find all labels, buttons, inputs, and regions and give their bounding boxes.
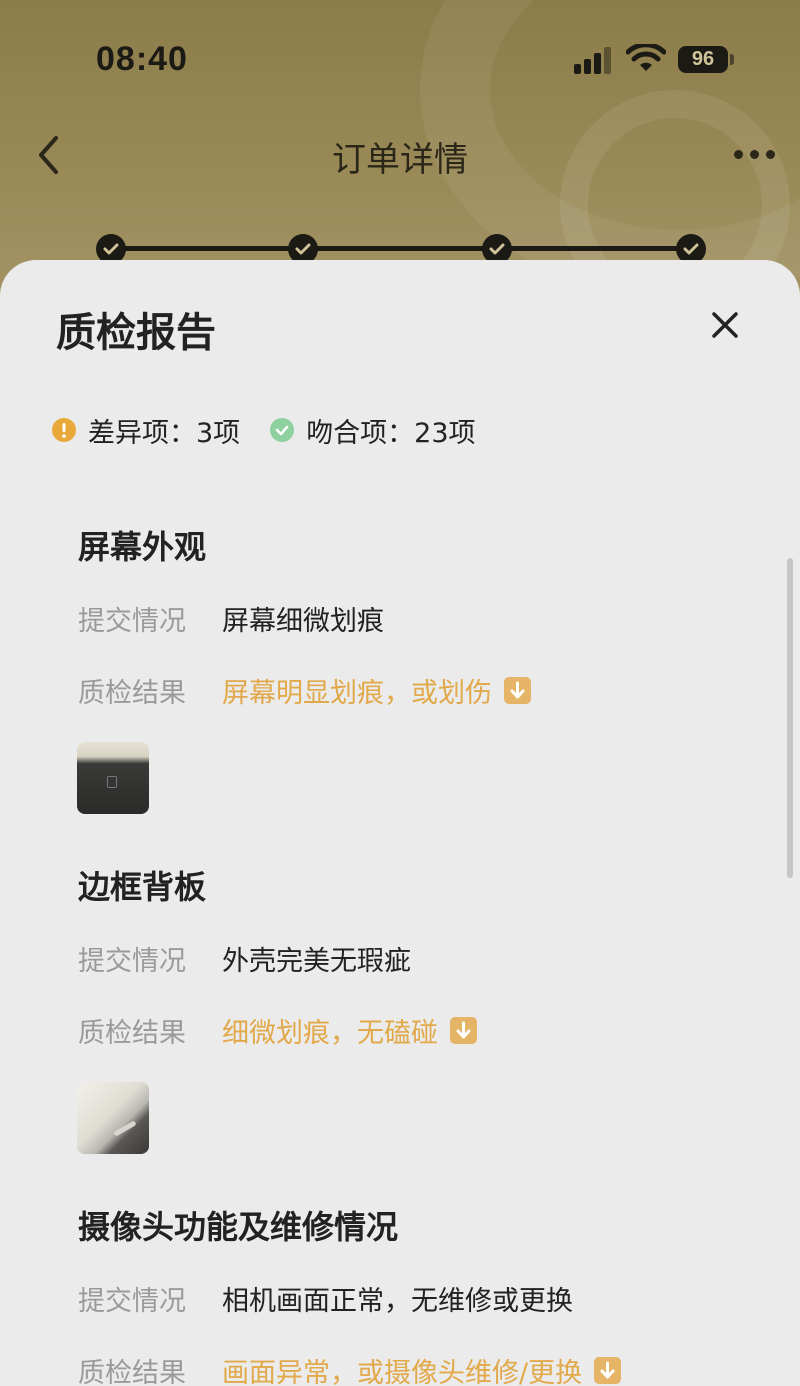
result-row[interactable]: 质检结果 画面异常，或摄像头维修/更换 <box>78 1350 622 1386</box>
submitted-row: 提交情况 外壳完美无瑕疵 <box>78 938 411 978</box>
result-label: 质检结果 <box>78 1017 186 1049</box>
screen-photo-thumbnail[interactable] <box>77 742 149 814</box>
arrow-down-icon[interactable] <box>450 1016 477 1044</box>
status-time: 08:40 <box>96 40 188 78</box>
battery-tip <box>730 54 734 65</box>
submitted-label: 提交情况 <box>78 1285 186 1317</box>
warning-icon <box>52 418 76 442</box>
more-options-icon[interactable] <box>728 140 778 166</box>
result-row[interactable]: 质检结果 屏幕明显划痕，或划伤 <box>78 670 531 710</box>
progress-line <box>110 246 694 251</box>
section-title-camera: 摄像头功能及维修情况 <box>78 1208 399 1246</box>
arrow-down-icon[interactable] <box>594 1356 622 1384</box>
frame-photo-thumbnail[interactable] <box>77 1082 149 1154</box>
cellular-signal-icon <box>574 46 614 74</box>
battery-indicator: 96 <box>678 46 728 73</box>
inspection-summary: 差异项：3项 吻合项：23项 <box>52 412 476 449</box>
page-title: 订单详情 <box>332 140 468 180</box>
section-title-screen: 屏幕外观 <box>78 528 207 566</box>
result-row[interactable]: 质检结果 细微划痕，无磕碰 <box>78 1010 477 1050</box>
submitted-row: 提交情况 相机画面正常，无维修或更换 <box>78 1278 573 1318</box>
result-value[interactable]: 画面异常，或摄像头维修/更换 <box>222 1351 582 1386</box>
check-circle-icon <box>270 418 295 442</box>
sheet-title: 质检报告 <box>56 310 216 356</box>
wifi-icon <box>626 44 666 71</box>
submitted-value: 相机画面正常，无维修或更换 <box>222 1285 573 1317</box>
result-value[interactable]: 屏幕明显划痕，或划伤 <box>222 671 492 710</box>
nav-bar: 订单详情 <box>0 120 800 190</box>
submitted-row: 提交情况 屏幕细微划痕 <box>78 598 384 638</box>
quality-report-sheet: 质检报告 差异项：3项 吻合项：23项 屏幕外观 提交情况 屏幕细微划痕 质检结… <box>0 260 800 1386</box>
status-bar: 08:40 96 <box>0 30 800 90</box>
arrow-down-icon[interactable] <box>504 676 531 704</box>
submitted-label: 提交情况 <box>78 605 186 637</box>
close-icon[interactable] <box>708 308 742 342</box>
match-count: 吻合项：23项 <box>306 417 476 449</box>
result-label: 质检结果 <box>78 1357 186 1386</box>
submitted-label: 提交情况 <box>78 945 186 977</box>
section-title-frame: 边框背板 <box>78 868 207 906</box>
diff-count: 差异项：3项 <box>88 417 241 449</box>
result-label: 质检结果 <box>78 677 186 709</box>
submitted-value: 屏幕细微划痕 <box>222 605 384 637</box>
scrollbar[interactable] <box>787 558 793 878</box>
result-value[interactable]: 细微划痕，无磕碰 <box>222 1011 438 1050</box>
submitted-value: 外壳完美无瑕疵 <box>222 945 411 977</box>
